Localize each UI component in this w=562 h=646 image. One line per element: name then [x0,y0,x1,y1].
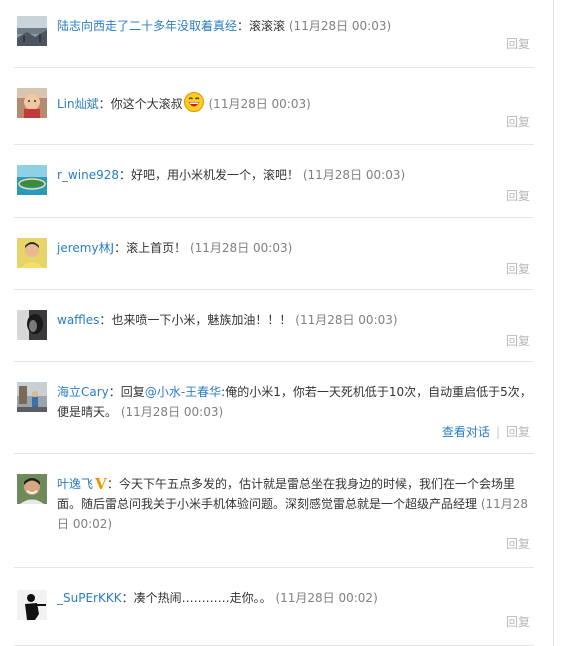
reply-button[interactable]: 回复 [506,37,530,51]
avatar[interactable] [17,382,47,412]
comment-text: 好吧，用小米机发一个，滚吧！ [131,168,300,182]
reply-button[interactable]: 回复 [506,262,530,276]
comment-list: 陆志向西走了二十多年没取着真经：滚滚滚 (11月28日 00:03) 回复 Li… [0,0,548,646]
comment-actions: 回复 [506,536,530,552]
reply-button[interactable]: 回复 [506,189,530,203]
comment-actions: 回复 [506,114,530,130]
silhouette-avatar-icon [17,590,47,620]
comment-body: waffles：也来喷一下小米，魅族加油！！！ (11月28日 00:03) [57,290,548,330]
comment-actions: 回复 [506,614,530,630]
timestamp: (11月28日 00:03) [120,405,224,419]
username-link[interactable]: 陆志向西走了二十多年没取着真经 [57,19,237,33]
separator: ： [118,168,131,182]
comment-body: Lin灿斌：你这个大滚叔 (11月28日 00:03) [57,68,548,114]
avatar[interactable] [17,474,47,504]
username-link[interactable]: waffles [57,313,99,327]
scroll-edge [553,0,554,646]
comment-item: _SuPErKKK：凑个热闹…………走你。。 (11月28日 00:02) 回复 [0,568,548,646]
street-avatar-icon [17,382,47,412]
separator: ： [108,385,121,399]
username-link[interactable]: 叶逸飞 [57,477,93,491]
comment-actions: 回复 [506,36,530,52]
comment-item: waffles：也来喷一下小米，魅族加油！！！ (11月28日 00:03) 回… [0,290,548,362]
reply-button[interactable]: 回复 [506,615,530,629]
separator: ： [237,19,250,33]
comment-actions: 回复 [506,261,530,277]
username-link[interactable]: 海立Cary [57,385,109,399]
child-avatar-icon [17,88,47,118]
comment-item: jeremy林J：滚上首页！ (11月28日 00:03) 回复 [0,218,548,290]
person-yellow-avatar-icon [17,238,47,268]
timestamp: (11月28日 00:03) [288,19,392,33]
comment-text: 你这个大滚叔 [110,97,183,111]
reply-button[interactable]: 回复 [506,115,530,129]
separator: ： [114,241,127,255]
comment-text: 滚上首页！ [126,241,187,255]
laughing-emoji-icon [183,92,204,112]
comment-item: 海立Cary：回复@小水-王春华:俺的小米1，你若一天死机低于10次，自动重启低… [0,362,548,454]
separator: ： [121,591,134,605]
comment-item: r_wine928：好吧，用小米机发一个，滚吧！ (11月28日 00:03) … [0,145,548,218]
comment-actions: 查看对话 | 回复 [442,424,530,440]
dark-portrait-avatar-icon [17,310,47,340]
reply-prefix: 回复 [120,385,145,399]
separator: ： [98,97,111,111]
man-avatar-icon [17,474,47,504]
reply-button[interactable]: 回复 [506,425,530,439]
username-link[interactable]: r_wine928 [57,168,119,182]
comment-body: 叶逸飞 V ：今天下午五点多发的，估计就是雷总坐在我身边的时候，我们在一个会场里面。… [57,454,548,534]
avatar[interactable] [17,165,47,195]
comment-actions: 回复 [506,188,530,204]
username-link[interactable]: jeremy林J [57,241,114,255]
comment-text: 凑个热闹…………走你。。 [133,591,272,605]
avatar[interactable] [17,238,47,268]
verified-badge-text: V [95,476,107,490]
comment-body: r_wine928：好吧，用小米机发一个，滚吧！ (11月28日 00:03) [57,145,548,185]
verified-badge-icon: V [95,476,107,490]
avatar[interactable] [17,16,47,46]
comment-text: 今天下午五点多发的，估计就是雷总坐在我身边的时候，我们在一个会场里面。随后雷总问… [57,477,516,511]
landscape-avatar-icon [17,16,47,46]
timestamp: (11月28日 00:03) [302,168,406,182]
username-link[interactable]: _SuPErKKK [57,591,122,605]
reply-button[interactable]: 回复 [506,537,530,551]
separator: ： [99,313,112,327]
timestamp: (11月28日 00:03) [189,241,293,255]
avatar[interactable] [17,88,47,118]
reply-button[interactable]: 回复 [506,334,530,348]
comment-body: 海立Cary：回复@小水-王春华:俺的小米1，你若一天死机低于10次，自动重启低… [57,362,548,422]
view-conversation-link[interactable]: 查看对话 [442,425,490,439]
timestamp: (11月28日 00:02) [275,591,378,605]
separator: ： [107,477,120,491]
comment-body: 陆志向西走了二十多年没取着真经：滚滚滚 (11月28日 00:03) [57,0,548,36]
comment-text: 也来喷一下小米，魅族加油！！！ [111,313,292,327]
timestamp: (11月28日 00:03) [295,313,398,327]
timestamp: (11月28日 00:03) [208,97,311,111]
mention-link[interactable]: @小水-王春华 [145,385,221,399]
avatar[interactable] [17,310,47,340]
avatar[interactable] [17,590,47,620]
username-link[interactable]: Lin灿斌 [57,97,99,111]
comment-text: 滚滚滚 [249,19,286,33]
comment-body: jeremy林J：滚上首页！ (11月28日 00:03) [57,218,548,258]
comment-actions: 回复 [506,333,530,349]
comment-body: _SuPErKKK：凑个热闹…………走你。。 (11月28日 00:02) [57,568,548,608]
comment-item: Lin灿斌：你这个大滚叔 (11月28日 00:03) 回复 [0,68,548,145]
island-avatar-icon [17,165,47,195]
action-separator: | [495,425,500,439]
comment-item: 陆志向西走了二十多年没取着真经：滚滚滚 (11月28日 00:03) 回复 [0,0,548,68]
comment-item: 叶逸飞 V ：今天下午五点多发的，估计就是雷总坐在我身边的时候，我们在一个会场里面。… [0,454,548,568]
